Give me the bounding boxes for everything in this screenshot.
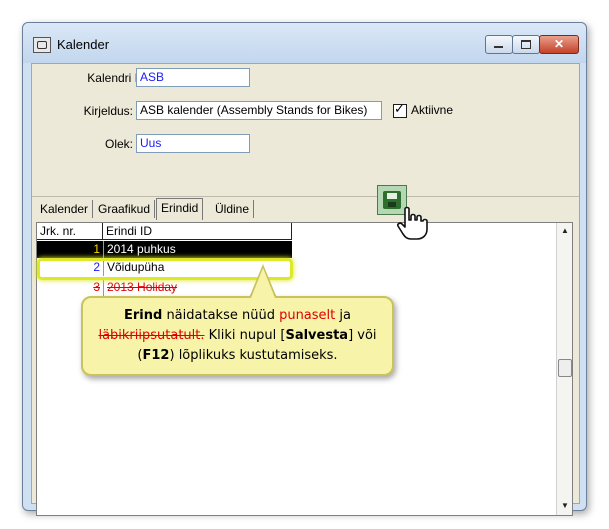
minimize-icon xyxy=(494,46,503,48)
callout-pointer-fill xyxy=(251,268,275,298)
tab-erindid[interactable]: Erindid xyxy=(156,198,204,220)
scroll-down-arrow-icon[interactable]: ▼ xyxy=(557,498,572,514)
tab-uldine[interactable]: Üldine xyxy=(211,200,255,218)
column-header-erindi-id[interactable]: Erindi ID xyxy=(103,223,292,240)
close-button[interactable]: ✕ xyxy=(539,35,579,54)
tab-graafikud[interactable]: Graafikud xyxy=(94,200,156,218)
callout-text: ) lõplikuks kustutamiseks. xyxy=(169,348,338,363)
olek-field[interactable]: Uus xyxy=(136,134,250,153)
maximize-icon xyxy=(521,40,531,49)
maximize-button[interactable] xyxy=(512,35,540,54)
vertical-scrollbar[interactable]: ▲ ▼ xyxy=(556,223,572,515)
row-nr: 3 xyxy=(93,280,100,294)
aktiivne-label: Aktiivne xyxy=(411,103,454,117)
callout-text: ja xyxy=(335,308,351,323)
hand-pointer-icon xyxy=(397,206,428,240)
kalendri-id-field[interactable]: ASB xyxy=(136,68,250,87)
callout-f12: F12 xyxy=(142,348,170,363)
olek-label: Olek: xyxy=(104,137,133,151)
minimize-button[interactable] xyxy=(485,35,513,54)
tab-kalender[interactable]: Kalender xyxy=(36,200,94,218)
callout-salvesta: Salvesta xyxy=(285,328,349,343)
callout-text: näidatakse nüüd xyxy=(162,308,280,323)
divider xyxy=(32,196,579,197)
callout-red-word: punaselt xyxy=(279,308,336,323)
table-row[interactable]: 1 2014 puhkus xyxy=(37,241,292,258)
title-bar[interactable]: Kalender ✕ xyxy=(23,23,586,63)
row-nr: 1 xyxy=(93,242,100,256)
scroll-up-arrow-icon[interactable]: ▲ xyxy=(557,223,572,239)
row-erindi-id: 2014 puhkus xyxy=(103,241,292,258)
kirjeldus-label: Kirjeldus: xyxy=(83,104,133,118)
scroll-thumb[interactable] xyxy=(558,359,572,377)
kirjeldus-field[interactable]: ASB kalender (Assembly Stands for Bikes) xyxy=(136,101,382,120)
window-title: Kalender xyxy=(57,37,110,52)
callout-term-erind: Erind xyxy=(124,308,163,323)
checkmark-icon: ✓ xyxy=(394,101,405,116)
column-header-jrk-nr[interactable]: Jrk. nr. xyxy=(37,223,103,240)
callout-strike-word: läbikriipsutatult. xyxy=(98,328,205,343)
close-icon: ✕ xyxy=(553,37,565,51)
form-area: Kalendri ID: ASB Kirjeldus: ASB kalender… xyxy=(31,63,580,516)
callout-text: Kliki nupul [ xyxy=(204,328,286,343)
aktiivne-checkbox[interactable]: ✓ xyxy=(393,101,407,118)
calendar-app-icon xyxy=(33,37,51,53)
instruction-callout: Erind näidatakse nüüd punaselt ja läbikr… xyxy=(81,296,394,376)
